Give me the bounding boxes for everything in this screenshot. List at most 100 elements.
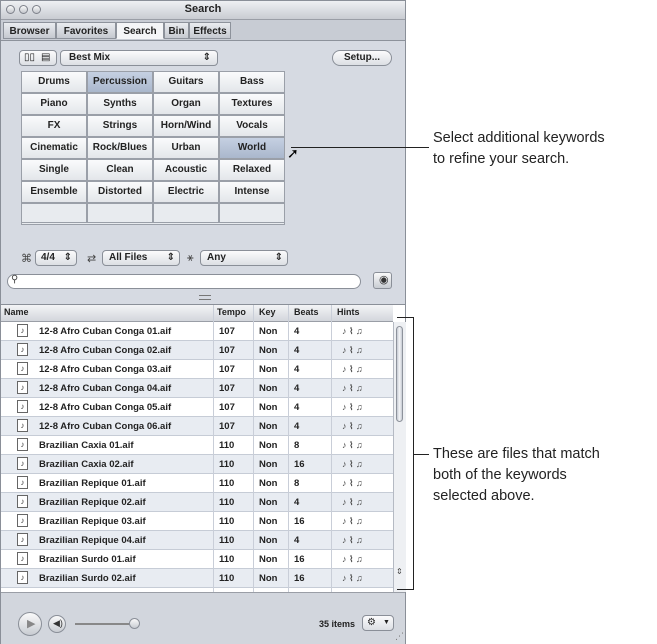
callout-text: to refine your search. <box>433 151 570 167</box>
table-row[interactable]: ♪ Brazilian Repique 03.aif 110 Non 16 ♪ ⌇ ♫ <box>1 512 393 531</box>
target-icon: ◉ <box>379 274 389 286</box>
file-name: Brazilian Surdo 02.aif <box>39 573 136 584</box>
keyword-button[interactable]: Acoustic <box>153 159 219 181</box>
audio-file-icon: ♪ <box>17 514 28 527</box>
keyword-button[interactable]: Urban <box>153 137 219 159</box>
tab-search[interactable]: Search <box>116 22 164 39</box>
keyword-button[interactable]: Vocals <box>219 115 285 137</box>
table-row[interactable]: ♪ 12-8 Afro Cuban Conga 04.aif 107 Non 4 ♪ ⌇ … <box>1 379 393 398</box>
tempo-value: 110 <box>219 516 235 527</box>
beats-value: 8 <box>294 440 300 451</box>
search-input[interactable] <box>24 276 358 289</box>
column-header-key[interactable]: Key <box>259 307 276 317</box>
setup-button[interactable]: Setup... <box>332 50 392 66</box>
beats-value: 4 <box>294 383 300 394</box>
tempo-value: 107 <box>219 421 235 432</box>
file-name: Brazilian Surdo 01.aif <box>39 554 136 565</box>
keyword-button-empty[interactable] <box>153 203 219 223</box>
time-signature-select[interactable]: 4/4 ⇕ <box>35 250 77 266</box>
keyword-button[interactable]: Piano <box>21 93 87 115</box>
keyword-button[interactable]: Clean <box>87 159 153 181</box>
table-row[interactable]: ♪ Brazilian Caxia 02.aif 110 Non 16 ♪ ⌇ ♫ <box>1 455 393 474</box>
table-row[interactable]: ♪ Brazilian Repique 01.aif 110 Non 8 ♪ ⌇ ♫ <box>1 474 393 493</box>
keyword-button-empty[interactable] <box>21 203 87 223</box>
volume-button[interactable]: ◀) <box>48 615 66 633</box>
action-menu-button[interactable]: ⚙ ▼ <box>362 615 394 631</box>
tempo-value: 107 <box>219 364 235 375</box>
table-row[interactable]: ♪ 12-8 Afro Cuban Conga 02.aif 107 Non 4 ♪ ⌇ … <box>1 341 393 360</box>
column-header-beats[interactable]: Beats <box>294 307 319 317</box>
tab-browser[interactable]: Browser <box>3 22 56 39</box>
scroll-arrows-icon[interactable]: ⇕ <box>396 567 403 576</box>
vertical-scrollbar[interactable]: ⇕ <box>393 322 406 592</box>
tempo-value: 107 <box>219 383 235 394</box>
keyword-button[interactable]: Relaxed <box>219 159 285 181</box>
keyword-button[interactable]: Strings <box>87 115 153 137</box>
bracket-top <box>397 317 414 318</box>
preset-select[interactable]: Best Mix ⇕ <box>60 50 218 66</box>
volume-slider-knob[interactable] <box>129 618 140 629</box>
resize-grip-icon[interactable]: ⋰ <box>395 631 404 642</box>
keyword-button[interactable]: Horn/Wind <box>153 115 219 137</box>
keyword-button[interactable]: Percussion <box>87 71 153 93</box>
bracket-bottom <box>397 589 414 590</box>
scale-select[interactable]: Any ⇕ <box>200 250 288 266</box>
file-name: 12-8 Afro Cuban Conga 03.aif <box>39 364 172 375</box>
search-field[interactable]: ⚲ <box>7 274 361 289</box>
keyword-button[interactable]: Intense <box>219 181 285 203</box>
keyword-button[interactable]: Single <box>21 159 87 181</box>
tab-bin[interactable]: Bin <box>164 22 189 39</box>
column-view-icon[interactable]: ▯▯ <box>24 51 35 65</box>
audio-file-icon: ♪ <box>17 457 28 470</box>
beats-value: 4 <box>294 364 300 375</box>
speaker-icon: ◀) <box>53 618 63 628</box>
table-row[interactable]: ♪ 12-8 Afro Cuban Conga 01.aif 107 Non 4 ♪ ⌇ … <box>1 322 393 341</box>
keyword-button[interactable]: Synths <box>87 93 153 115</box>
keyword-button[interactable]: Rock/Blues <box>87 137 153 159</box>
table-row[interactable]: ♪ Brazilian Surdo 01.aif 110 Non 16 ♪ ⌇ ♫ <box>1 550 393 569</box>
play-button[interactable]: ▶ <box>18 612 42 636</box>
beats-value: 4 <box>294 345 300 356</box>
keyword-button[interactable]: Cinematic <box>21 137 87 159</box>
keyword-button[interactable]: Organ <box>153 93 219 115</box>
table-row[interactable]: ♪ 12-8 Afro Cuban Conga 05.aif 107 Non 4 ♪ ⌇ … <box>1 398 393 417</box>
view-toggle[interactable]: ▯▯ ▤ <box>19 50 57 66</box>
table-row[interactable]: ♪ Brazilian Repique 04.aif 110 Non 4 ♪ ⌇ ♫ <box>1 531 393 550</box>
keyword-button-empty[interactable] <box>219 203 285 223</box>
title-bar: Search <box>1 1 405 20</box>
keyword-button[interactable]: World <box>219 137 285 159</box>
hints-icons: ♪ ⌇ ♫ <box>342 421 363 431</box>
keyword-button[interactable]: Electric <box>153 181 219 203</box>
callout-line-bottom <box>414 454 429 455</box>
scrollbar-thumb[interactable] <box>396 326 403 422</box>
audio-file-icon: ♪ <box>17 571 28 584</box>
callout-text: These are files that match <box>433 446 600 462</box>
column-divider <box>253 305 254 592</box>
keyword-button[interactable]: Textures <box>219 93 285 115</box>
keyword-button[interactable]: Drums <box>21 71 87 93</box>
beats-value: 4 <box>294 421 300 432</box>
beats-value: 16 <box>294 554 305 565</box>
keyword-button[interactable]: Guitars <box>153 71 219 93</box>
volume-slider-track[interactable] <box>75 623 135 625</box>
file-type-select[interactable]: All Files ⇕ <box>102 250 180 266</box>
keyword-button[interactable]: Ensemble <box>21 181 87 203</box>
table-row[interactable]: ♪ Brazilian Caxia 01.aif 110 Non 8 ♪ ⌇ ♫ <box>1 436 393 455</box>
table-row[interactable]: ♪ Brazilian Repique 02.aif 110 Non 4 ♪ ⌇ ♫ <box>1 493 393 512</box>
column-header-name[interactable]: Name <box>4 307 29 317</box>
tempo-value: 107 <box>219 326 235 337</box>
keyword-button[interactable]: Bass <box>219 71 285 93</box>
tab-favorites[interactable]: Favorites <box>56 22 116 39</box>
keyword-button[interactable]: Distorted <box>87 181 153 203</box>
keyword-button[interactable]: FX <box>21 115 87 137</box>
search-options-button[interactable]: ◉ <box>373 272 392 289</box>
splitter-handle[interactable] <box>199 295 211 300</box>
list-view-icon[interactable]: ▤ <box>41 51 50 65</box>
table-row[interactable]: ♪ Brazilian Surdo 02.aif 110 Non 16 ♪ ⌇ ♫ <box>1 569 393 588</box>
table-row[interactable]: ♪ 12-8 Afro Cuban Conga 06.aif 107 Non 4 ♪ ⌇ … <box>1 417 393 436</box>
column-header-tempo[interactable]: Tempo <box>217 307 246 317</box>
keyword-button-empty[interactable] <box>87 203 153 223</box>
table-row[interactable]: ♪ 12-8 Afro Cuban Conga 03.aif 107 Non 4 ♪ ⌇ … <box>1 360 393 379</box>
column-header-hints[interactable]: Hints <box>337 307 360 317</box>
tab-effects[interactable]: Effects <box>189 22 231 39</box>
